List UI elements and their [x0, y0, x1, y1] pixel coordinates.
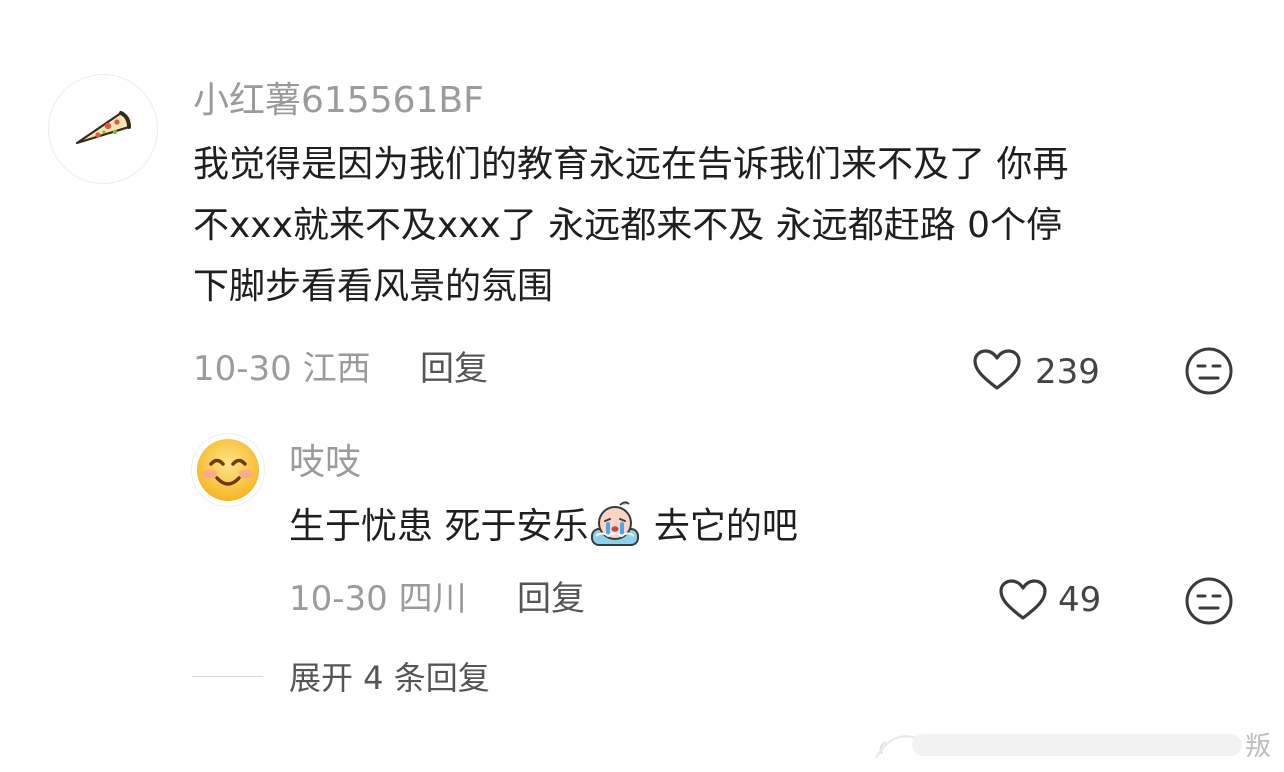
expand-divider	[192, 676, 263, 677]
reply-username[interactable]: 吱吱	[289, 441, 361, 485]
watermark-logo	[875, 734, 1242, 759]
comment-text-line: 不xxx就来不及xxx了 永远都来不及 永远都赶路 0个停	[193, 205, 1063, 246]
avatar-reply[interactable]	[191, 433, 265, 507]
reply-text-part: 生于忧患 死于安乐	[289, 506, 589, 547]
watermark-text: 叛	[1245, 732, 1272, 762]
like-button[interactable]	[970, 346, 1024, 394]
heart-outline-icon	[973, 349, 1021, 390]
comment-text: 我觉得是因为我们的教育永远在告诉我们来不及了 你再 不xxx就来不及xxx了 永…	[193, 134, 1068, 317]
neutral-face-icon	[1185, 347, 1233, 395]
dislike-button[interactable]	[1183, 345, 1235, 397]
reply-dislike-button[interactable]	[1183, 575, 1235, 627]
like-count: 239	[1035, 352, 1100, 392]
comment-reply-button[interactable]: 回复	[420, 349, 488, 389]
reply-text: 生于忧患 死于安乐 去它的吧	[289, 497, 798, 557]
neutral-face-icon	[1185, 577, 1233, 625]
reply-like-button[interactable]	[996, 576, 1050, 624]
reply-location: 四川	[398, 579, 467, 619]
heart-outline-icon	[999, 579, 1047, 620]
reply-like-count: 49	[1058, 580, 1102, 620]
smiley-icon	[197, 439, 259, 501]
comment-text-line: 下脚步看看风景的氛围	[193, 266, 554, 307]
avatar-main-comment[interactable]	[48, 74, 158, 184]
reply-date: 10-30	[289, 579, 388, 619]
comment-date: 10-30	[193, 349, 292, 389]
crying-bath-emoji-icon	[588, 498, 642, 548]
comment-meta: 10-30 江西	[193, 349, 371, 389]
reply-reply-button[interactable]: 回复	[517, 579, 585, 619]
expand-replies-button[interactable]: 展开 4 条回复	[289, 658, 490, 698]
comment-username[interactable]: 小红薯615561BF	[193, 79, 484, 123]
reply-meta: 10-30 四川	[289, 579, 467, 619]
comment-text-line: 我觉得是因为我们的教育永远在告诉我们来不及了 你再	[193, 144, 1069, 185]
reply-text-part: 去它的吧	[642, 506, 798, 547]
pizza-icon	[75, 111, 131, 145]
comment-location: 江西	[302, 349, 371, 389]
